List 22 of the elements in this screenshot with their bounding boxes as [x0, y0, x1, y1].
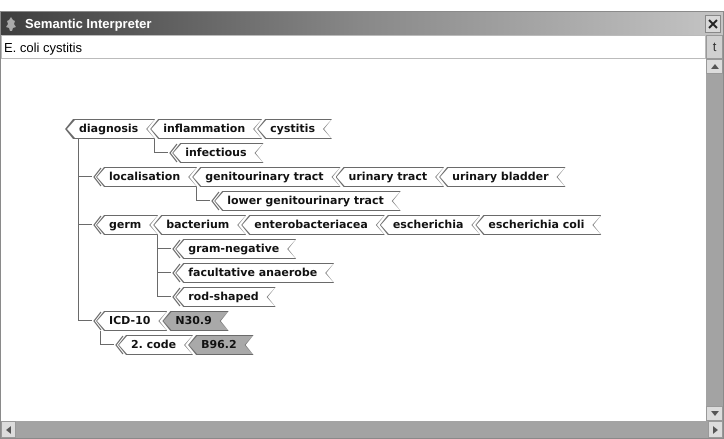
down-arrow-icon [710, 411, 718, 416]
input-field[interactable]: E. coli cystitis [1, 35, 706, 59]
toggle-button[interactable]: t [706, 35, 723, 59]
concept-tag: rod-shaped [175, 287, 276, 307]
concept-tag: infectious [172, 143, 264, 163]
up-arrow-icon [710, 64, 718, 69]
concept-tag: cystitis [257, 119, 332, 139]
code-tag: B96.2 [188, 335, 254, 355]
concept-tag: lower genitourinary tract [214, 191, 401, 211]
concept-tag: gram-negative [175, 239, 296, 259]
left-arrow-icon [6, 426, 11, 434]
window-title: Semantic Interpreter [25, 14, 152, 33]
vertical-scrollbar[interactable] [706, 59, 723, 421]
horizontal-scrollbar[interactable] [1, 421, 723, 438]
right-arrow-icon [713, 426, 718, 434]
close-icon [708, 18, 718, 28]
app-icon [5, 16, 17, 32]
concept-tag: facultative anaerobe [175, 263, 334, 283]
close-button[interactable] [705, 14, 721, 32]
concept-tag: escherichia coli [475, 215, 602, 235]
concept-tag: urinary bladder [439, 167, 566, 187]
code-tag: N30.9 [162, 311, 229, 331]
